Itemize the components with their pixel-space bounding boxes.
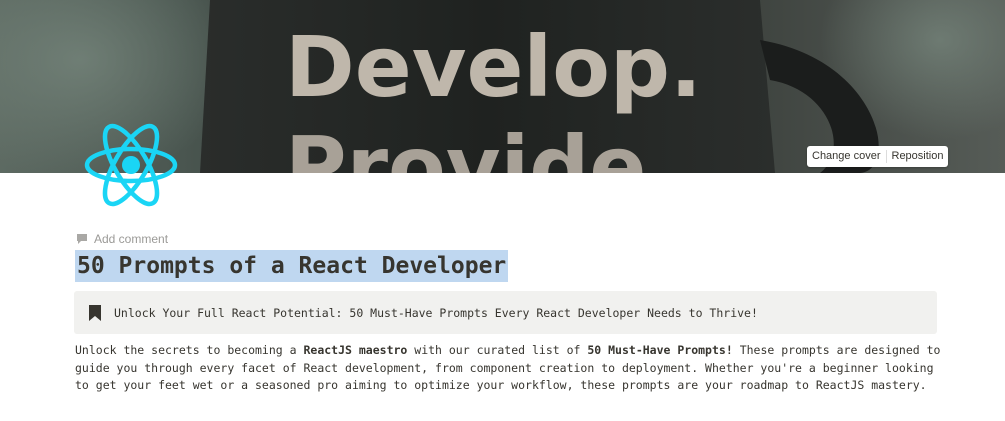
intro-text-1: Unlock the secrets to becoming a	[75, 343, 304, 357]
bookmark-icon	[89, 304, 101, 321]
add-comment-label: Add comment	[94, 232, 169, 246]
add-comment-button[interactable]: Add comment	[76, 231, 168, 247]
intro-bold-maestro: ReactJS maestro	[303, 343, 408, 357]
reposition-button[interactable]: Reposition	[887, 146, 949, 167]
change-cover-button[interactable]: Change cover	[807, 146, 886, 167]
cover-actions: Change cover Reposition	[807, 146, 949, 167]
cover-text-line1: Develop.	[285, 18, 702, 116]
page-title[interactable]: 50 Prompts of a React Developer	[75, 250, 509, 282]
cover-text-line2: Provide	[285, 118, 646, 173]
intro-text-2: with our curated list of	[407, 343, 588, 357]
intro-paragraph[interactable]: Unlock the secrets to becoming a ReactJS…	[75, 342, 945, 395]
react-logo-icon[interactable]	[84, 120, 178, 210]
comment-icon	[77, 234, 87, 244]
callout-text: Unlock Your Full React Potential: 50 Mus…	[114, 305, 758, 320]
callout-block[interactable]: Unlock Your Full React Potential: 50 Mus…	[74, 291, 937, 334]
intro-bold-prompts: 50 Must-Have Prompts!	[587, 343, 733, 357]
